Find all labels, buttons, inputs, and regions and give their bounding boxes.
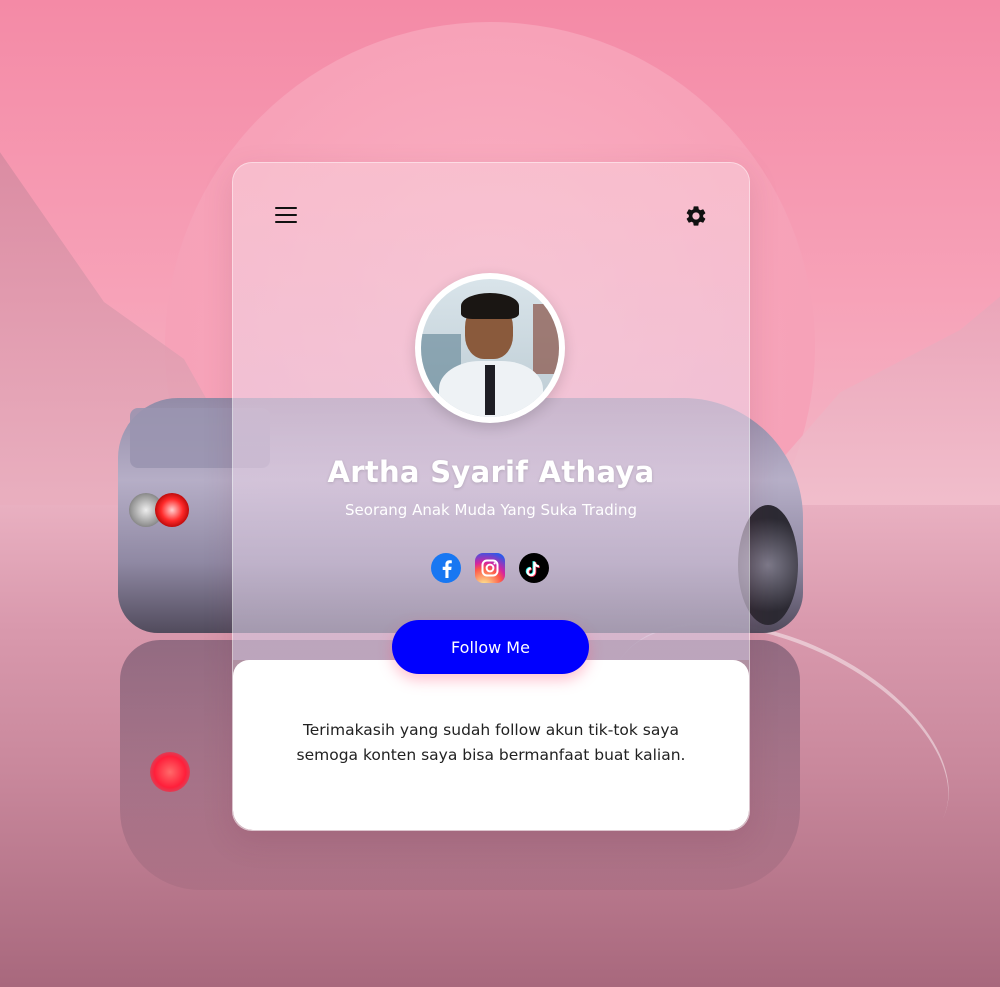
tiktok-icon[interactable] — [519, 553, 549, 583]
profile-name: Artha Syarif Athaya — [327, 455, 655, 489]
car-tail-light — [155, 493, 189, 527]
instagram-icon[interactable] — [475, 553, 505, 583]
social-links — [431, 553, 551, 583]
avatar — [421, 279, 559, 417]
message-panel: Terimakasih yang sudah follow akun tik-t… — [233, 660, 749, 830]
avatar-frame — [415, 273, 565, 423]
profile-bio: Seorang Anak Muda Yang Suka Trading — [345, 501, 637, 519]
menu-icon[interactable] — [275, 207, 297, 225]
profile-card: Artha Syarif Athaya Seorang Anak Muda Ya… — [232, 162, 750, 831]
message-text: Terimakasih yang sudah follow akun tik-t… — [273, 718, 709, 768]
message-line-1: Terimakasih yang sudah follow akun tik-t… — [302, 721, 680, 739]
tail-light-reflection — [150, 752, 190, 792]
follow-button[interactable]: Follow Me — [392, 620, 589, 674]
facebook-icon[interactable] — [431, 553, 461, 583]
gear-icon[interactable] — [684, 204, 708, 228]
message-line-2: semoga konten saya bisa bermanfaat buat … — [296, 746, 686, 764]
